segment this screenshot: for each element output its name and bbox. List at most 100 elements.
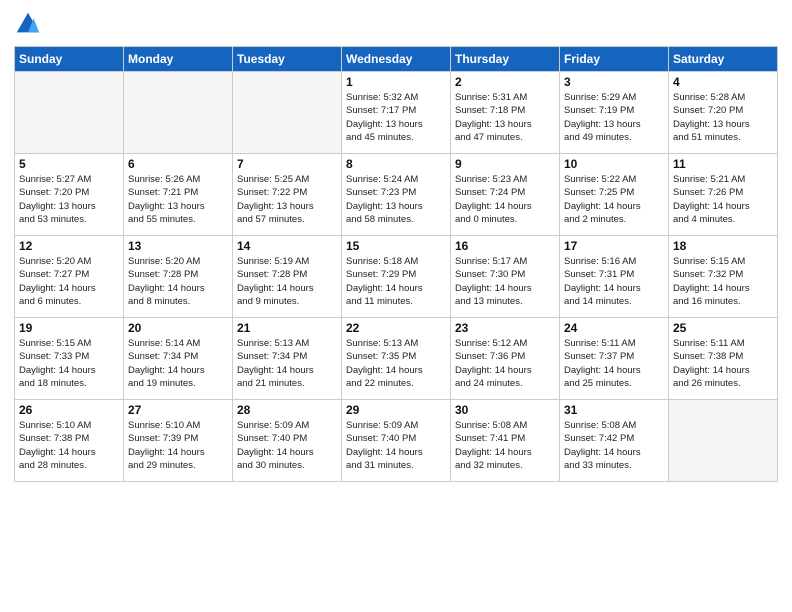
day-number: 16 xyxy=(455,239,555,253)
day-number: 27 xyxy=(128,403,228,417)
day-cell: 13 Sunrise: 5:20 AMSunset: 7:28 PMDayligh… xyxy=(124,236,233,318)
day-cell: 16 Sunrise: 5:17 AMSunset: 7:30 PMDayligh… xyxy=(451,236,560,318)
day-cell: 3 Sunrise: 5:29 AMSunset: 7:19 PMDaylight… xyxy=(560,72,669,154)
day-cell: 14Sunrise: 5:19 AMSunset: 7:28 PMDayligh… xyxy=(233,236,342,318)
day-cell: 7 Sunrise: 5:25 AMSunset: 7:22 PMDaylight… xyxy=(233,154,342,236)
day-info: Sunrise: 5:17 AMSunset: 7:30 PMDaylight:… xyxy=(455,255,555,308)
day-info: Sunrise: 5:15 AMSunset: 7:32 PMDaylight:… xyxy=(673,255,773,308)
day-info: Sunrise: 5:25 AMSunset: 7:22 PMDaylight:… xyxy=(237,173,337,226)
day-info: Sunrise: 5:08 AMSunset: 7:41 PMDaylight:… xyxy=(455,419,555,472)
page: SundayMondayTuesdayWednesdayThursdayFrid… xyxy=(0,0,792,492)
day-number: 22 xyxy=(346,321,446,335)
day-number: 14 xyxy=(237,239,337,253)
day-info: Sunrise: 5:13 AMSunset: 7:35 PMDaylight:… xyxy=(346,337,446,390)
day-cell xyxy=(233,72,342,154)
day-number: 5 xyxy=(19,157,119,171)
day-cell: 19Sunrise: 5:15 AMSunset: 7:33 PMDayligh… xyxy=(15,318,124,400)
weekday-sunday: Sunday xyxy=(15,47,124,72)
day-cell: 25 Sunrise: 5:11 AMSunset: 7:38 PMDayligh… xyxy=(669,318,778,400)
day-info: Sunrise: 5:08 AMSunset: 7:42 PMDaylight:… xyxy=(564,419,664,472)
day-cell: 31 Sunrise: 5:08 AMSunset: 7:42 PMDayligh… xyxy=(560,400,669,482)
day-info: Sunrise: 5:10 AMSunset: 7:39 PMDaylight:… xyxy=(128,419,228,472)
day-info: Sunrise: 5:13 AMSunset: 7:34 PMDaylight:… xyxy=(237,337,337,390)
logo xyxy=(14,10,46,38)
day-info: Sunrise: 5:32 AMSunset: 7:17 PMDaylight:… xyxy=(346,91,446,144)
day-info: Sunrise: 5:11 AMSunset: 7:38 PMDaylight:… xyxy=(673,337,773,390)
day-info: Sunrise: 5:14 AMSunset: 7:34 PMDaylight:… xyxy=(128,337,228,390)
day-cell: 4 Sunrise: 5:28 AMSunset: 7:20 PMDaylight… xyxy=(669,72,778,154)
day-cell: 6 Sunrise: 5:26 AMSunset: 7:21 PMDaylight… xyxy=(124,154,233,236)
day-cell: 28 Sunrise: 5:09 AMSunset: 7:40 PMDayligh… xyxy=(233,400,342,482)
weekday-header-row: SundayMondayTuesdayWednesdayThursdayFrid… xyxy=(15,47,778,72)
day-number: 4 xyxy=(673,75,773,89)
day-number: 17 xyxy=(564,239,664,253)
day-number: 11 xyxy=(673,157,773,171)
day-info: Sunrise: 5:31 AMSunset: 7:18 PMDaylight:… xyxy=(455,91,555,144)
weekday-saturday: Saturday xyxy=(669,47,778,72)
day-number: 20 xyxy=(128,321,228,335)
day-number: 2 xyxy=(455,75,555,89)
day-cell xyxy=(15,72,124,154)
day-info: Sunrise: 5:24 AMSunset: 7:23 PMDaylight:… xyxy=(346,173,446,226)
day-info: Sunrise: 5:12 AMSunset: 7:36 PMDaylight:… xyxy=(455,337,555,390)
week-row-1: 1 Sunrise: 5:32 AMSunset: 7:17 PMDaylight… xyxy=(15,72,778,154)
week-row-5: 26Sunrise: 5:10 AMSunset: 7:38 PMDayligh… xyxy=(15,400,778,482)
day-info: Sunrise: 5:16 AMSunset: 7:31 PMDaylight:… xyxy=(564,255,664,308)
day-info: Sunrise: 5:28 AMSunset: 7:20 PMDaylight:… xyxy=(673,91,773,144)
day-number: 7 xyxy=(237,157,337,171)
day-cell: 22 Sunrise: 5:13 AMSunset: 7:35 PMDayligh… xyxy=(342,318,451,400)
day-cell: 27 Sunrise: 5:10 AMSunset: 7:39 PMDayligh… xyxy=(124,400,233,482)
day-number: 30 xyxy=(455,403,555,417)
day-cell: 23 Sunrise: 5:12 AMSunset: 7:36 PMDayligh… xyxy=(451,318,560,400)
calendar-table: SundayMondayTuesdayWednesdayThursdayFrid… xyxy=(14,46,778,482)
day-number: 15 xyxy=(346,239,446,253)
day-cell: 29 Sunrise: 5:09 AMSunset: 7:40 PMDayligh… xyxy=(342,400,451,482)
day-number: 6 xyxy=(128,157,228,171)
day-info: Sunrise: 5:27 AMSunset: 7:20 PMDaylight:… xyxy=(19,173,119,226)
day-cell xyxy=(124,72,233,154)
day-cell: 12Sunrise: 5:20 AMSunset: 7:27 PMDayligh… xyxy=(15,236,124,318)
day-info: Sunrise: 5:09 AMSunset: 7:40 PMDaylight:… xyxy=(346,419,446,472)
day-number: 1 xyxy=(346,75,446,89)
header xyxy=(14,10,778,38)
day-number: 13 xyxy=(128,239,228,253)
day-cell: 5 Sunrise: 5:27 AMSunset: 7:20 PMDaylight… xyxy=(15,154,124,236)
day-info: Sunrise: 5:09 AMSunset: 7:40 PMDaylight:… xyxy=(237,419,337,472)
day-info: Sunrise: 5:22 AMSunset: 7:25 PMDaylight:… xyxy=(564,173,664,226)
day-info: Sunrise: 5:10 AMSunset: 7:38 PMDaylight:… xyxy=(19,419,119,472)
day-info: Sunrise: 5:20 AMSunset: 7:27 PMDaylight:… xyxy=(19,255,119,308)
week-row-3: 12Sunrise: 5:20 AMSunset: 7:27 PMDayligh… xyxy=(15,236,778,318)
day-cell: 9 Sunrise: 5:23 AMSunset: 7:24 PMDaylight… xyxy=(451,154,560,236)
day-cell: 20 Sunrise: 5:14 AMSunset: 7:34 PMDayligh… xyxy=(124,318,233,400)
weekday-monday: Monday xyxy=(124,47,233,72)
day-cell: 18 Sunrise: 5:15 AMSunset: 7:32 PMDayligh… xyxy=(669,236,778,318)
weekday-friday: Friday xyxy=(560,47,669,72)
day-number: 23 xyxy=(455,321,555,335)
day-info: Sunrise: 5:20 AMSunset: 7:28 PMDaylight:… xyxy=(128,255,228,308)
weekday-tuesday: Tuesday xyxy=(233,47,342,72)
weekday-wednesday: Wednesday xyxy=(342,47,451,72)
day-cell: 24 Sunrise: 5:11 AMSunset: 7:37 PMDayligh… xyxy=(560,318,669,400)
day-info: Sunrise: 5:26 AMSunset: 7:21 PMDaylight:… xyxy=(128,173,228,226)
day-cell: 2 Sunrise: 5:31 AMSunset: 7:18 PMDaylight… xyxy=(451,72,560,154)
day-info: Sunrise: 5:18 AMSunset: 7:29 PMDaylight:… xyxy=(346,255,446,308)
day-cell: 10Sunrise: 5:22 AMSunset: 7:25 PMDayligh… xyxy=(560,154,669,236)
day-number: 25 xyxy=(673,321,773,335)
day-cell: 17 Sunrise: 5:16 AMSunset: 7:31 PMDayligh… xyxy=(560,236,669,318)
day-cell: 8Sunrise: 5:24 AMSunset: 7:23 PMDaylight… xyxy=(342,154,451,236)
day-cell xyxy=(669,400,778,482)
day-cell: 1 Sunrise: 5:32 AMSunset: 7:17 PMDaylight… xyxy=(342,72,451,154)
day-info: Sunrise: 5:29 AMSunset: 7:19 PMDaylight:… xyxy=(564,91,664,144)
day-info: Sunrise: 5:15 AMSunset: 7:33 PMDaylight:… xyxy=(19,337,119,390)
day-cell: 15 Sunrise: 5:18 AMSunset: 7:29 PMDayligh… xyxy=(342,236,451,318)
day-info: Sunrise: 5:11 AMSunset: 7:37 PMDaylight:… xyxy=(564,337,664,390)
day-number: 9 xyxy=(455,157,555,171)
day-number: 3 xyxy=(564,75,664,89)
day-info: Sunrise: 5:23 AMSunset: 7:24 PMDaylight:… xyxy=(455,173,555,226)
day-number: 28 xyxy=(237,403,337,417)
day-number: 31 xyxy=(564,403,664,417)
day-number: 18 xyxy=(673,239,773,253)
logo-icon xyxy=(14,10,42,38)
day-number: 29 xyxy=(346,403,446,417)
day-number: 24 xyxy=(564,321,664,335)
